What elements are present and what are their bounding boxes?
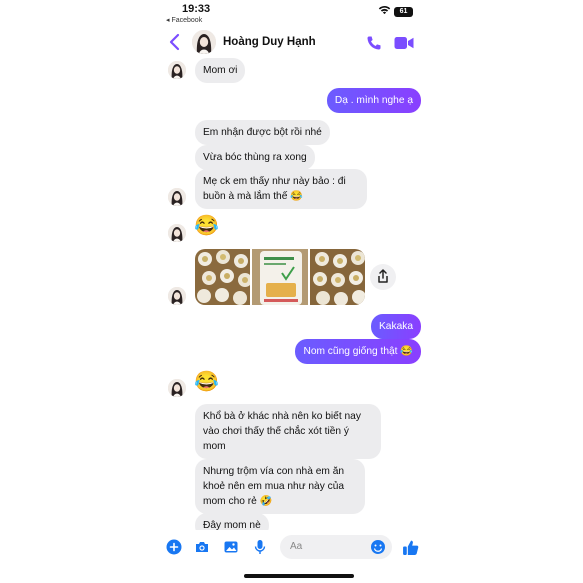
battery-icon: 61 — [394, 7, 413, 17]
message-line: Mẹ ck em thấy như này bảo : đi — [203, 176, 346, 187]
thumbs-up-icon[interactable] — [402, 539, 419, 556]
share-button[interactable] — [370, 264, 396, 290]
back-icon[interactable] — [168, 33, 182, 51]
incoming-message[interactable]: Nhưng trộm vía con nhà em ăn khoẻ nên em… — [195, 459, 365, 514]
message-line: mom — [203, 441, 226, 452]
phone-call-icon[interactable] — [366, 35, 382, 51]
status-bar: 19:33 ◂ Facebook 61 — [156, 0, 441, 26]
jars-photo — [309, 249, 365, 305]
outgoing-message[interactable]: Nom cũng giống thật 😂 — [295, 339, 421, 364]
incoming-message[interactable]: Em nhận được bột rồi nhé — [195, 120, 330, 145]
incoming-message[interactable]: Khổ bà ở khác nhà nên ko biết nay vào ch… — [195, 404, 381, 459]
avatar-image — [168, 287, 186, 305]
avatar-image — [168, 188, 186, 206]
contact-avatar-small[interactable] — [168, 188, 186, 206]
home-indicator — [244, 574, 354, 578]
outgoing-message[interactable]: Dạ . mình nghe ạ — [326, 88, 421, 113]
back-to-app-link[interactable]: ◂ Facebook — [166, 16, 202, 24]
chat-header: Hoàng Duy Hạnh — [156, 26, 441, 60]
status-time: 19:33 — [182, 3, 211, 15]
incoming-message[interactable]: Vừa bóc thùng ra xong — [195, 145, 315, 170]
contact-avatar[interactable] — [192, 30, 216, 54]
emoji-message[interactable]: 😂 — [194, 370, 219, 394]
share-icon — [378, 269, 388, 283]
video-call-icon[interactable] — [394, 36, 414, 50]
message-line: mom cho rẻ 🤣 — [203, 496, 273, 507]
message-line: Khổ bà ở khác nhà nên ko biết nay — [203, 411, 361, 422]
contact-avatar-small[interactable] — [168, 224, 186, 242]
photo-thumbnail[interactable] — [309, 249, 365, 305]
avatar-image — [168, 224, 186, 242]
contact-avatar-small[interactable] — [168, 287, 186, 305]
message-line: Nhưng trộm vía con nhà em ăn — [203, 466, 345, 477]
message-line: khoẻ nên em mua như này của — [203, 481, 345, 492]
message-line: buồn à mà lắm thế 😂 — [203, 191, 303, 202]
product-jar-photo — [252, 249, 308, 305]
emoji-message[interactable]: 😂 — [194, 214, 219, 238]
gallery-icon[interactable] — [223, 539, 239, 555]
message-input-placeholder: Aa — [290, 541, 303, 552]
wifi-icon — [378, 6, 391, 15]
photo-thumbnail[interactable] — [195, 249, 251, 305]
contact-avatar-small[interactable] — [168, 61, 186, 79]
avatar-image — [168, 61, 186, 79]
messenger-screen: 19:33 ◂ Facebook 61 Hoàng Duy Hạnh Mom ơ… — [156, 0, 441, 583]
photo-attachments[interactable] — [195, 249, 365, 305]
message-composer: Aa — [156, 530, 441, 565]
avatar-image — [192, 30, 216, 54]
contact-name[interactable]: Hoàng Duy Hạnh — [223, 36, 316, 48]
emoji-icon[interactable] — [370, 539, 386, 555]
contact-avatar-small[interactable] — [168, 379, 186, 397]
message-input[interactable]: Aa — [280, 535, 392, 559]
plus-icon[interactable] — [166, 539, 182, 555]
incoming-message[interactable]: Mẹ ck em thấy như này bảo : đi buồn à mà… — [195, 169, 367, 209]
message-line: vào chơi thấy thế chắc xót tiền ý — [203, 426, 349, 437]
camera-icon[interactable] — [194, 539, 210, 555]
microphone-icon[interactable] — [252, 539, 268, 555]
outgoing-message[interactable]: Kakaka — [371, 314, 421, 339]
incoming-message[interactable]: Mom ơi — [195, 58, 246, 83]
photo-thumbnail[interactable] — [252, 249, 308, 305]
jars-photo — [195, 249, 251, 305]
avatar-image — [168, 379, 186, 397]
